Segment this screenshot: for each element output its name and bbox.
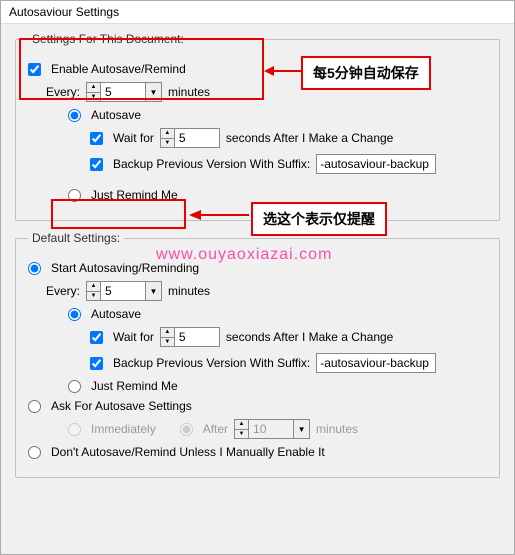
settings-window: Autosaviour Settings Settings For This D… <box>0 0 515 555</box>
immediately-label: Immediately <box>91 422 156 436</box>
def-waitfor-label: Wait for <box>113 330 154 344</box>
def-backup-label: Backup Previous Version With Suffix: <box>113 356 310 370</box>
after-input[interactable] <box>249 420 293 438</box>
autosave-radio[interactable] <box>68 109 81 122</box>
spinner-up-icon[interactable]: ▲ <box>235 420 248 430</box>
after-radio[interactable] <box>180 423 193 436</box>
timing-row: Immediately After ▲ ▼ ▼ minutes <box>68 419 487 439</box>
waitfor-spinner[interactable]: ▲ ▼ <box>160 128 220 148</box>
def-waitfor-checkbox[interactable] <box>90 331 103 344</box>
window-title: Autosaviour Settings <box>1 1 514 24</box>
every-spinner[interactable]: ▲ ▼ ▼ <box>86 82 162 102</box>
autosave-radio-label: Autosave <box>91 108 141 122</box>
def-waitfor-spinner[interactable]: ▲ ▼ <box>160 327 220 347</box>
def-waitfor-input[interactable] <box>175 328 219 346</box>
arrow-icon <box>189 208 249 222</box>
dont-radio-label: Don't Autosave/Remind Unless I Manually … <box>51 445 325 459</box>
ask-radio[interactable] <box>28 400 41 413</box>
backup-suffix-input[interactable] <box>316 154 436 174</box>
every-label: Every: <box>46 85 80 99</box>
backup-checkbox[interactable] <box>90 158 103 171</box>
def-every-label: Every: <box>46 284 80 298</box>
dont-radio[interactable] <box>28 446 41 459</box>
autosave-radio-row: Autosave <box>68 108 487 122</box>
backup-label: Backup Previous Version With Suffix: <box>113 157 310 171</box>
def-backup-checkbox[interactable] <box>90 357 103 370</box>
remind-radio-row: Just Remind Me <box>68 188 487 202</box>
document-settings-legend: Settings For This Document: <box>28 32 188 46</box>
remind-radio[interactable] <box>68 189 81 202</box>
waitfor-input[interactable] <box>175 129 219 147</box>
def-remind-label: Just Remind Me <box>91 379 178 393</box>
remind-radio-label: Just Remind Me <box>91 188 178 202</box>
def-every-input[interactable] <box>101 282 145 300</box>
start-radio-label: Start Autosaving/Reminding <box>51 261 199 275</box>
callout-1: 每5分钟自动保存 <box>301 56 431 90</box>
default-settings-legend: Default Settings: <box>28 231 124 245</box>
callout-2: 选这个表示仅提醒 <box>251 202 387 236</box>
ask-radio-row: Ask For Autosave Settings <box>28 399 487 413</box>
spinner-up-icon[interactable]: ▲ <box>161 129 174 139</box>
spinner-down-icon[interactable]: ▼ <box>235 430 248 439</box>
enable-autosave-checkbox[interactable] <box>28 63 41 76</box>
spinner-down-icon[interactable]: ▼ <box>161 338 174 347</box>
waitfor-row: Wait for ▲ ▼ seconds After I Make a Chan… <box>90 128 487 148</box>
immediately-radio[interactable] <box>68 423 81 436</box>
chevron-down-icon[interactable]: ▼ <box>145 282 161 300</box>
after-label: After <box>203 422 228 436</box>
after-minutes-label: minutes <box>316 422 358 436</box>
dont-radio-row: Don't Autosave/Remind Unless I Manually … <box>28 445 487 459</box>
minutes-label: minutes <box>168 85 210 99</box>
spinner-up-icon[interactable]: ▲ <box>87 282 100 292</box>
chevron-down-icon[interactable]: ▼ <box>293 420 309 438</box>
start-radio[interactable] <box>28 262 41 275</box>
def-backup-row: Backup Previous Version With Suffix: <box>90 353 487 373</box>
backup-row: Backup Previous Version With Suffix: <box>90 154 487 174</box>
def-minutes-label: minutes <box>168 284 210 298</box>
def-waitfor-row: Wait for ▲ ▼ seconds After I Make a Chan… <box>90 327 487 347</box>
after-spinner[interactable]: ▲ ▼ ▼ <box>234 419 310 439</box>
every-input[interactable] <box>101 83 145 101</box>
spinner-down-icon[interactable]: ▼ <box>87 292 100 301</box>
def-every-row: Every: ▲ ▼ ▼ minutes <box>46 281 487 301</box>
spinner-up-icon[interactable]: ▲ <box>161 328 174 338</box>
chevron-down-icon[interactable]: ▼ <box>145 83 161 101</box>
def-seconds-label: seconds After I Make a Change <box>226 330 393 344</box>
waitfor-checkbox[interactable] <box>90 132 103 145</box>
start-radio-row: Start Autosaving/Reminding <box>28 261 487 275</box>
def-autosave-radio-row: Autosave <box>68 307 487 321</box>
def-backup-input[interactable] <box>316 353 436 373</box>
def-autosave-radio[interactable] <box>68 308 81 321</box>
seconds-label: seconds After I Make a Change <box>226 131 393 145</box>
default-settings-group: Default Settings: Start Autosaving/Remin… <box>15 231 500 478</box>
def-remind-radio[interactable] <box>68 380 81 393</box>
def-autosave-label: Autosave <box>91 307 141 321</box>
waitfor-label: Wait for <box>113 131 154 145</box>
spinner-up-icon[interactable]: ▲ <box>87 83 100 93</box>
def-every-spinner[interactable]: ▲ ▼ ▼ <box>86 281 162 301</box>
enable-autosave-label: Enable Autosave/Remind <box>51 62 186 76</box>
def-remind-row: Just Remind Me <box>68 379 487 393</box>
ask-radio-label: Ask For Autosave Settings <box>51 399 192 413</box>
spinner-down-icon[interactable]: ▼ <box>161 139 174 148</box>
spinner-down-icon[interactable]: ▼ <box>87 93 100 102</box>
arrow-icon <box>264 64 302 78</box>
